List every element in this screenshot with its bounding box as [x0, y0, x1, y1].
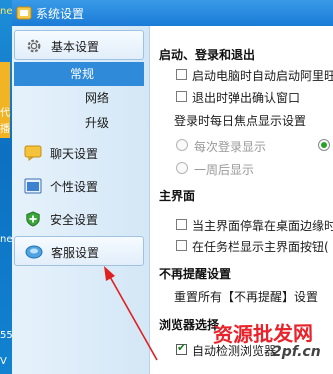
section-title: 浏览器选择 [159, 318, 220, 332]
sidebar-subitem-upgrade[interactable]: 升级 [52, 111, 142, 135]
taskbar-button-label: 在任务栏显示主界面按钮( [192, 240, 329, 254]
reset-reminders-link[interactable]: 重置所有【不再提醒】设置 [174, 288, 318, 305]
focus-setting-label: 登录时每日焦点显示设置 [174, 114, 307, 128]
desktop-text: ne [0, 6, 13, 17]
radio-after-week-label: 一周后显示 [194, 163, 255, 177]
watermark-url: 2pf.cn [272, 344, 321, 360]
sidebar-item-label: 安全设置 [50, 213, 99, 227]
sidebar-subitem-network[interactable]: 网络 [52, 86, 142, 110]
sidebar-item-chat[interactable]: 聊天设置 [14, 138, 144, 168]
radio-each-login-label: 每次登录显示 [194, 140, 267, 154]
settings-sidebar: 基本设置 常规 网络 升级 聊天设置 个性设置 安全设置 客服设置 [12, 26, 150, 374]
app-icon [16, 6, 32, 20]
auto-start-checkbox[interactable] [176, 69, 187, 80]
section-title: 主界面 [159, 189, 196, 203]
section-title: 不再提醒设置 [159, 267, 232, 281]
sidebar-item-personalize[interactable]: 个性设置 [14, 171, 144, 201]
dock-edge-label: 当主界面停靠在桌面边缘时 [192, 219, 333, 233]
sidebar-item-label: 客服设置 [51, 246, 100, 260]
exit-confirm-checkbox[interactable] [176, 91, 187, 102]
taskbar-button-checkbox[interactable] [176, 240, 187, 251]
sidebar-subitem-label: 常规 [69, 67, 94, 81]
sidebar-subitem-label: 升级 [84, 116, 109, 130]
sidebar-item-label: 聊天设置 [50, 147, 99, 161]
desktop-text: V [0, 356, 7, 367]
radio-each-login[interactable] [176, 139, 188, 151]
sidebar-item-basic[interactable]: 基本设置 [14, 30, 144, 60]
sidebar-item-label: 个性设置 [50, 180, 99, 194]
auto-detect-browser-checkbox[interactable] [176, 341, 187, 355]
auto-start-label: 启动电脑时自动启动阿里旺 [192, 69, 333, 83]
desktop-text: 代 [0, 108, 10, 119]
exit-confirm-label: 退出时弹出确认窗口 [192, 91, 301, 105]
sidebar-item-security[interactable]: 安全设置 [14, 204, 144, 234]
desktop-strip: ne 代 播 ne 55 V [0, 0, 13, 374]
sidebar-item-label: 基本设置 [51, 40, 100, 54]
shield-icon [26, 211, 40, 227]
chat-icon [24, 145, 42, 161]
desktop-text: 播 [0, 124, 10, 135]
desktop-text: 55 [0, 330, 13, 341]
personalize-icon [24, 178, 42, 194]
dock-edge-checkbox[interactable] [176, 219, 187, 230]
sidebar-subitem-label: 网络 [84, 91, 109, 105]
gear-icon [27, 39, 41, 53]
radio-option-selected[interactable] [318, 139, 330, 151]
sidebar-item-service[interactable]: 客服设置 [14, 236, 144, 266]
sidebar-subitem-general[interactable]: 常规 [14, 62, 144, 86]
service-icon [25, 245, 43, 259]
desktop-text: ne [0, 234, 13, 245]
radio-after-week[interactable] [176, 162, 188, 174]
section-title: 启动、登录和退出 [159, 48, 256, 62]
window-title: 系统设置 [36, 7, 85, 21]
title-bar[interactable]: 系统设置 [12, 0, 333, 26]
